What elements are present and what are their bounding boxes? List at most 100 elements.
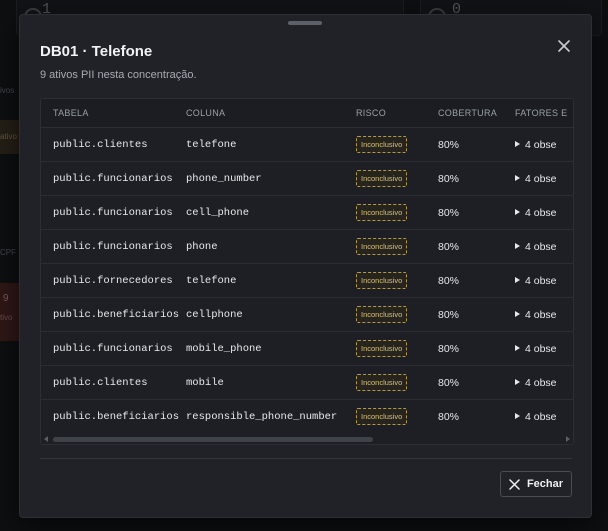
expand-triangle-icon[interactable] xyxy=(515,412,520,419)
expand-triangle-icon[interactable] xyxy=(515,378,520,385)
cell-coluna: phone xyxy=(186,229,356,264)
cell-coluna: cellphone xyxy=(186,297,356,332)
expand-triangle-icon[interactable] xyxy=(515,174,520,181)
cell-tabela: public.funcionarios xyxy=(41,161,186,196)
cell-tabela: public.clientes xyxy=(41,127,186,162)
fatores-label: 4 obse xyxy=(525,274,557,287)
cell-fatores[interactable]: 4 obse xyxy=(515,161,573,196)
risk-badge: Inconclusivo xyxy=(356,340,408,357)
cell-coluna: mobile_phone xyxy=(186,331,356,366)
risk-badge: Inconclusivo xyxy=(356,306,408,323)
cell-cobertura: 80% xyxy=(438,331,515,366)
table-row[interactable]: public.funcionarios phone_number Inconclus… xyxy=(41,161,573,196)
risk-badge: Inconclusivo xyxy=(356,408,408,425)
risk-badge: Inconclusivo xyxy=(356,170,408,187)
cell-tabela: public.beneficiarios xyxy=(53,410,180,423)
cell-cobertura: 80% xyxy=(438,263,515,298)
fatores-label: 4 obse xyxy=(525,342,557,355)
cell-cobertura: 80% xyxy=(438,297,515,332)
cell-coluna: mobile xyxy=(186,365,356,400)
cell-fatores[interactable]: 4 obse xyxy=(515,365,573,400)
cell-fatores[interactable]: 4 obse xyxy=(515,400,573,434)
fatores-label: 4 obse xyxy=(525,376,557,389)
fatores-label: 4 obse xyxy=(525,240,557,253)
details-modal: DB01 · Telefone 9 ativos PII nesta conce… xyxy=(19,14,592,518)
cell-risco: Inconclusivo xyxy=(356,400,438,434)
table-row[interactable]: public.clientes mobile Inconclusivo 80% 4 ob… xyxy=(41,365,573,400)
column-header-fatores[interactable]: FATORES E xyxy=(515,99,573,128)
cell-fatores[interactable]: 4 obse xyxy=(515,263,573,298)
fatores-label: 4 obse xyxy=(525,172,557,185)
table-row[interactable]: public.beneficiarios cellphone Inconclusiv… xyxy=(41,297,573,332)
cell-risco: Inconclusivo xyxy=(356,127,438,162)
cell-coluna: telefone xyxy=(186,263,356,298)
cell-tabela: public.fornecedores xyxy=(41,263,186,298)
cell-cobertura: 80% xyxy=(438,195,515,230)
fatores-label: 4 obse xyxy=(525,410,557,423)
cell-cobertura: 80% xyxy=(438,127,515,162)
cell-risco: Inconclusivo xyxy=(356,297,438,332)
horizontal-scrollbar[interactable] xyxy=(41,434,573,444)
modal-title: DB01 · Telefone xyxy=(40,43,153,60)
cell-fatores[interactable]: 4 obse xyxy=(515,297,573,332)
expand-triangle-icon[interactable] xyxy=(515,276,520,283)
close-icon[interactable] xyxy=(554,36,574,56)
cell-tabela: public.funcionarios xyxy=(41,331,186,366)
cell-risco: Inconclusivo xyxy=(356,161,438,196)
table-row[interactable]: public.funcionarios phone Inconclusivo 80% 4… xyxy=(41,229,573,264)
close-button[interactable]: Fechar xyxy=(500,471,572,497)
risk-badge: Inconclusivo xyxy=(356,272,408,289)
cell-fatores[interactable]: 4 obse xyxy=(515,127,573,162)
cell-cobertura: 80% xyxy=(438,410,460,423)
cell-coluna: responsible_phone_number xyxy=(186,410,338,423)
cell-coluna: telefone xyxy=(186,127,356,162)
cell-coluna: cell_phone xyxy=(186,195,356,230)
column-header-tabela[interactable]: TABELA xyxy=(41,99,186,128)
expand-triangle-icon[interactable] xyxy=(515,208,520,215)
cell-risco: Inconclusivo xyxy=(356,195,438,230)
risk-badge: Inconclusivo xyxy=(356,238,408,255)
assets-table: TABELA COLUNA RISCO COBERTURA FATORES E … xyxy=(41,99,573,434)
close-icon xyxy=(509,478,520,490)
fatores-label: 4 obse xyxy=(525,308,557,321)
column-header-risco[interactable]: RISCO xyxy=(356,99,438,128)
cell-fatores[interactable]: 4 obse xyxy=(515,229,573,264)
expand-triangle-icon[interactable] xyxy=(515,140,520,147)
scroll-left-icon[interactable] xyxy=(44,436,48,442)
expand-triangle-icon[interactable] xyxy=(515,310,520,317)
expand-triangle-icon[interactable] xyxy=(515,344,520,351)
cell-tabela: public.funcionarios xyxy=(41,195,186,230)
modal-subtitle: 9 ativos PII nesta concentração. xyxy=(40,69,197,81)
cell-tabela: public.clientes xyxy=(41,365,186,400)
cell-tabela: public.beneficiarios xyxy=(41,297,186,332)
cell-tabela: public.funcionarios xyxy=(41,229,186,264)
scroll-right-icon[interactable] xyxy=(566,436,570,442)
cell-fatores[interactable]: 4 obse xyxy=(515,331,573,366)
cell-risco: Inconclusivo xyxy=(356,263,438,298)
table-row[interactable]: public.clientes telefone Inconclusivo 80% 4 … xyxy=(41,127,573,162)
drag-handle[interactable] xyxy=(288,21,322,25)
assets-table-container: TABELA COLUNA RISCO COBERTURA FATORES E … xyxy=(40,98,574,445)
close-button-label: Fechar xyxy=(526,478,564,490)
table-row[interactable]: public.funcionarios mobile_phone Inconclus… xyxy=(41,331,573,366)
cell-cobertura: 80% xyxy=(438,229,515,264)
risk-badge: Inconclusivo xyxy=(356,136,408,153)
scrollbar-thumb[interactable] xyxy=(53,437,373,442)
column-header-coluna[interactable]: COLUNA xyxy=(186,99,356,128)
cell-cobertura: 80% xyxy=(438,161,515,196)
table-header-row: TABELA COLUNA RISCO COBERTURA FATORES E xyxy=(41,99,573,128)
table-row[interactable]: public.beneficiarios responsible_phone_nu… xyxy=(41,400,573,434)
table-row[interactable]: public.fornecedores telefone Inconclusivo 8… xyxy=(41,263,573,298)
fatores-label: 4 obse xyxy=(525,206,557,219)
expand-triangle-icon[interactable] xyxy=(515,242,520,249)
cell-cobertura: 80% xyxy=(438,365,515,400)
footer-divider xyxy=(40,458,572,459)
risk-badge: Inconclusivo xyxy=(356,204,408,221)
cell-risco: Inconclusivo xyxy=(356,365,438,400)
table-row[interactable]: public.funcionarios cell_phone Inconclusiv… xyxy=(41,195,573,230)
column-header-cobertura[interactable]: COBERTURA xyxy=(438,99,515,128)
cell-fatores[interactable]: 4 obse xyxy=(515,195,573,230)
cell-risco: Inconclusivo xyxy=(356,229,438,264)
cell-risco: Inconclusivo xyxy=(356,331,438,366)
fatores-label: 4 obse xyxy=(525,138,557,151)
